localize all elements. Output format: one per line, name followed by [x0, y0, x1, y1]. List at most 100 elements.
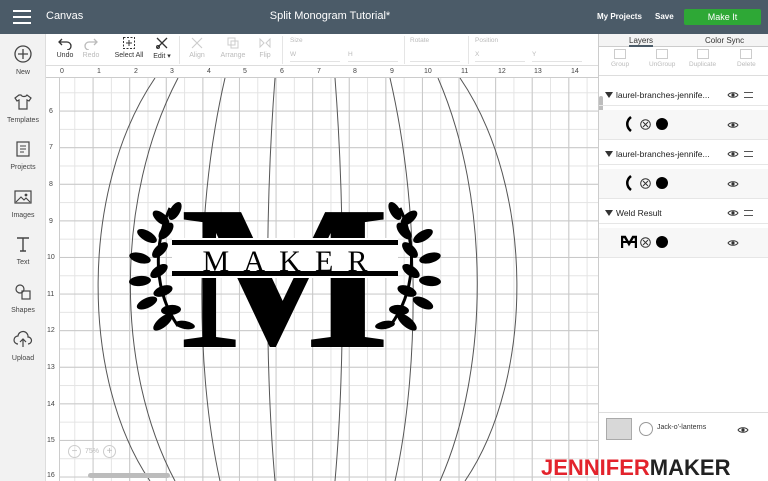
eye-icon[interactable] — [727, 150, 739, 158]
ruler-tick: 13 — [47, 364, 55, 371]
pumpkin-thumbnail-icon — [606, 418, 632, 440]
ruler-tick: 15 — [47, 437, 55, 444]
layer-group-row[interactable]: laurel-branches-jennife... — [599, 84, 768, 106]
my-projects-button[interactable]: My Projects — [597, 12, 642, 21]
layer-item-row[interactable] — [599, 110, 768, 140]
make-it-button[interactable]: Make It — [684, 9, 761, 25]
layer-item-row[interactable] — [599, 228, 768, 258]
edit-menu-button[interactable]: Edit ▾ — [149, 36, 175, 60]
design-canvas[interactable]: M MAKER − 75% + — [60, 78, 598, 481]
split-monogram[interactable]: M MAKER — [172, 163, 398, 392]
sidebar-item-label: Images — [11, 212, 35, 219]
sidebar-item-new[interactable]: New — [0, 44, 46, 76]
rotate-field[interactable] — [410, 51, 460, 62]
eye-icon[interactable] — [727, 91, 739, 99]
tab-color-sync[interactable]: Color Sync — [705, 36, 744, 45]
sidebar-item-upload[interactable]: Upload — [0, 330, 46, 362]
drag-handle-icon[interactable] — [744, 92, 753, 98]
canvas-color-swatch[interactable] — [639, 422, 653, 436]
caret-down-icon[interactable] — [605, 210, 613, 216]
eye-icon[interactable] — [737, 426, 749, 434]
color-swatch[interactable] — [656, 236, 668, 248]
ruler-tick: 7 — [317, 68, 321, 75]
arrange-label: Arrange — [220, 52, 246, 59]
monogram-thumbnail-icon — [621, 235, 637, 248]
cut-operation-icon[interactable] — [640, 237, 651, 248]
eye-icon[interactable] — [727, 239, 739, 247]
drag-handle-icon[interactable] — [744, 210, 753, 216]
eye-icon[interactable] — [727, 209, 739, 217]
redo-button[interactable]: Redo — [79, 36, 103, 59]
align-button[interactable]: Align — [184, 36, 210, 59]
caret-down-icon[interactable] — [605, 151, 613, 157]
top-ruler: 0 1 2 3 4 5 6 7 8 9 10 11 12 13 14 — [46, 66, 598, 78]
sidebar-item-label: Text — [16, 259, 30, 266]
ruler-tick: 13 — [534, 68, 542, 75]
height-field[interactable]: H — [348, 51, 398, 62]
ungroup-button[interactable]: UnGroup — [649, 49, 675, 68]
upload-icon — [13, 330, 33, 347]
sidebar-item-templates[interactable]: Templates — [0, 92, 46, 124]
caret-down-icon[interactable] — [605, 92, 613, 98]
flip-label: Flip — [259, 52, 271, 59]
ruler-tick: 11 — [47, 291, 55, 298]
cut-operation-icon[interactable] — [640, 119, 651, 130]
sidebar-item-projects[interactable]: Projects — [0, 139, 46, 171]
flip-button[interactable]: Flip — [254, 36, 276, 59]
canvas-artwork: M MAKER — [97, 78, 518, 481]
ruler-tick: 11 — [461, 68, 469, 75]
color-swatch[interactable] — [656, 177, 668, 189]
arrange-icon — [227, 37, 239, 49]
color-swatch[interactable] — [656, 118, 668, 130]
delete-button[interactable]: Delete — [737, 49, 756, 68]
sidebar-item-label: Shapes — [11, 307, 35, 314]
select-all-label: Select All — [114, 52, 144, 59]
trash-icon — [740, 49, 753, 59]
scissors-icon — [156, 37, 168, 49]
sidebar-item-label: Templates — [7, 117, 39, 124]
blank-canvas-row[interactable]: Jack-o'-lanterns — [599, 412, 768, 446]
x-field[interactable]: X — [475, 51, 525, 62]
sidebar-item-label: Projects — [10, 164, 36, 171]
eye-icon[interactable] — [727, 121, 739, 129]
brand-part-2: MAKER — [649, 455, 731, 480]
ruler-tick: 0 — [60, 68, 64, 75]
sidebar-item-text[interactable]: Text — [0, 234, 46, 266]
sidebar-item-shapes[interactable]: Shapes — [0, 282, 46, 314]
zoom-out-button[interactable]: − — [68, 444, 81, 458]
tab-layers[interactable]: Layers — [629, 36, 654, 47]
arrange-button[interactable]: Arrange — [216, 36, 250, 59]
zoom-in-button[interactable]: + — [103, 444, 117, 458]
y-field[interactable]: Y — [532, 51, 582, 62]
width-field[interactable]: W — [290, 51, 340, 62]
duplicate-icon — [696, 49, 709, 59]
cut-operation-icon[interactable] — [640, 178, 651, 189]
ruler-tick: 12 — [47, 327, 55, 334]
drag-handle-icon[interactable] — [744, 151, 753, 157]
size-label: Size — [290, 37, 303, 44]
sidebar-item-label: New — [15, 69, 30, 76]
laurel-thumbnail-icon — [626, 175, 632, 191]
eye-icon[interactable] — [727, 180, 739, 188]
undo-button[interactable]: Undo — [53, 36, 77, 59]
shirt-icon — [14, 94, 32, 110]
group-button[interactable]: Group — [611, 49, 629, 68]
layer-name: Weld Result — [616, 208, 662, 218]
ruler-tick: 9 — [49, 218, 53, 225]
layer-group-row[interactable]: Weld Result — [599, 202, 768, 224]
layers-panel: Layers Color Sync Group UnGroup Duplicat… — [598, 34, 768, 481]
brand-part-1: JENNIFER — [541, 455, 650, 480]
chevron-down-icon: ▾ — [165, 53, 171, 60]
sidebar-item-images[interactable]: Images — [0, 187, 46, 219]
select-all-button[interactable]: Select All — [113, 36, 145, 59]
save-button[interactable]: Save — [655, 12, 674, 21]
undo-icon — [58, 38, 72, 50]
horizontal-scrollbar[interactable] — [88, 473, 170, 478]
layer-item-row[interactable] — [599, 169, 768, 199]
layer-group-row[interactable]: laurel-branches-jennife... — [599, 143, 768, 165]
zoom-level: 75% — [85, 447, 100, 455]
ruler-tick: 14 — [571, 68, 579, 75]
layer-name: laurel-branches-jennife... — [616, 90, 710, 100]
duplicate-button[interactable]: Duplicate — [689, 49, 716, 68]
ruler-tick: 6 — [49, 108, 53, 115]
